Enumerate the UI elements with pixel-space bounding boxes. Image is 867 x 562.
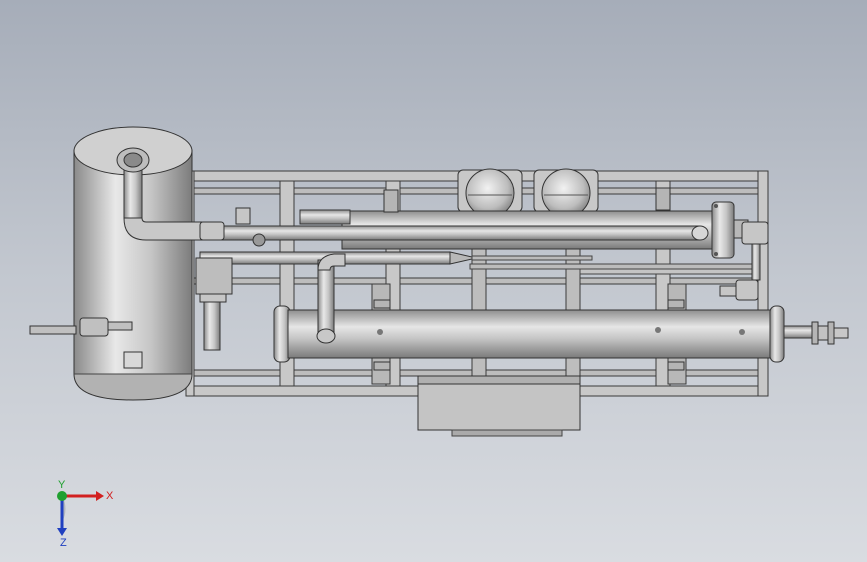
equipment-skid-model[interactable]: [0, 0, 867, 562]
z-axis-head: [57, 528, 67, 536]
control-box[interactable]: [417, 375, 581, 437]
fan-motor-right[interactable]: [533, 168, 599, 218]
orientation-triad[interactable]: X Y Z: [40, 478, 120, 548]
x-axis-head: [96, 491, 104, 501]
y-axis-dot: [57, 491, 67, 501]
main-pipe-upper[interactable]: [199, 225, 709, 241]
cad-viewport[interactable]: X Y Z: [0, 0, 867, 562]
y-axis-label: Y: [58, 479, 66, 491]
lower-shell-tube-exchanger[interactable]: [273, 305, 849, 363]
z-axis-label: Z: [60, 537, 67, 548]
x-axis-label: X: [106, 490, 114, 502]
fan-motor-left[interactable]: [457, 168, 523, 218]
